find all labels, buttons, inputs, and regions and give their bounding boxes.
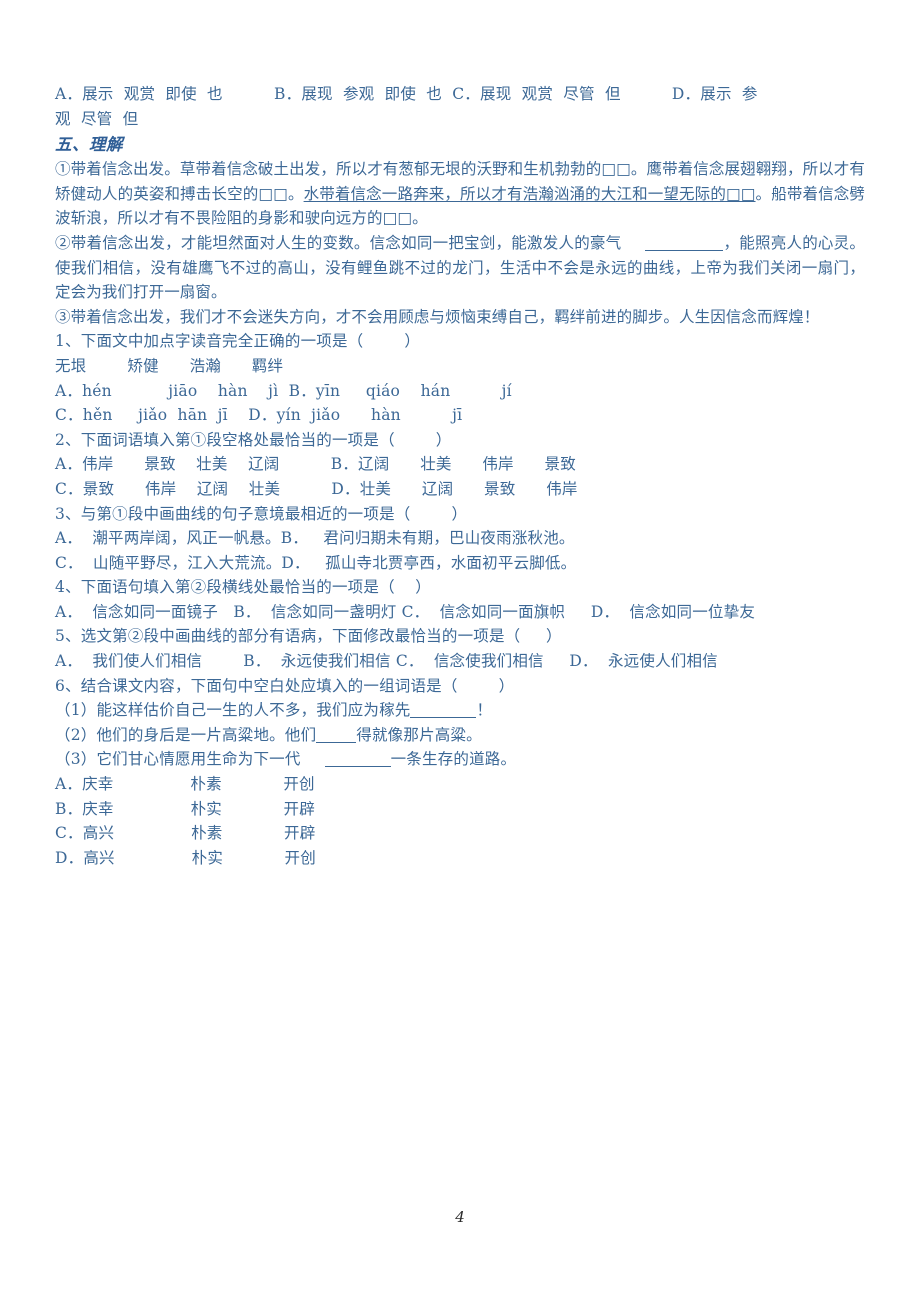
question-6-subitem-1: （1）能这样估价自己一生的人不多，我们应为稼先 ！	[55, 698, 865, 723]
fill-blank-6-1[interactable]	[410, 717, 477, 719]
question-6-subitem-3-post: 一条生存的道路。	[390, 750, 517, 769]
passage-p1-underlined: 水带着信念一路奔来，所以才有浩瀚汹涌的大江和一望无际的□□	[303, 184, 756, 203]
fill-blank-6-2[interactable]	[316, 741, 357, 743]
question-3-stem: 3、与第①段中画曲线的句子意境最相近的一项是（ ）	[55, 504, 468, 523]
question-1-option-row-1[interactable]: A．hén jiāo hàn jì B．yīn qiáo hán jí	[55, 379, 865, 404]
passage-paragraph-3: ③带着信念出发，我们才不会迷失方向，才不会用顾虑与烦恼束缚自己，羁绊前进的脚步。…	[55, 307, 820, 326]
question-1-option-row-2[interactable]: C．hěn jiǎo hān jī D．yín jiǎo hàn jī	[55, 403, 865, 428]
question-6-option-a[interactable]: A．庆幸 朴素 开创	[55, 772, 865, 797]
passage-paragraph-1: ①带着信念出发。草带着信念破土出发，所以才有葱郁无垠的沃野和生机勃勃的□□。鹰带…	[55, 157, 865, 231]
section-heading-comprehension: 五、理解	[55, 135, 123, 155]
question-1-words: 无垠 矫健 浩瀚 羁绊	[55, 356, 284, 375]
question-5-option-row-1[interactable]: A． 我们使人们相信 B． 永远使我们相信 C． 信念使我们相信 D． 永远使人…	[55, 649, 865, 674]
question-6-subitem-3-pre: （3）它们甘心情愿用生命为下一代	[55, 750, 301, 769]
passage-p2-pre: ②带着信念出发，才能坦然面对人生的变数。信念如同一把宝剑，能激发人的豪气	[55, 233, 622, 252]
question-6-subitem-2-pre: （2）他们的身后是一片高粱地。他们	[55, 725, 317, 744]
question-6-subitem-2: （2）他们的身后是一片高粱地。他们 得就像那片高粱。	[55, 723, 865, 748]
question-6-stem: 6、结合课文内容，下面句中空白处应填入的一组词语是（ ）	[55, 676, 515, 695]
question-4-stem: 4、下面语句填入第②段横线处最恰当的一项是（ ）	[55, 578, 431, 597]
passage-p2-rest: 使我们相信，没有雄鹰飞不过的高山，没有鲤鱼跳不过的龙门，生活中不会是永远的曲线，…	[55, 258, 865, 302]
question-1-stem: 1、下面文中加点字读音完全正确的一项是（ ）	[55, 332, 421, 351]
question-6-option-b[interactable]: B．庆幸 朴实 开辟	[55, 797, 865, 822]
question-4-option-row-1[interactable]: A． 信念如同一面镜子 B． 信念如同一盏明灯 C． 信念如同一面旗帜 D． 信…	[55, 600, 865, 625]
question-2-option-row-1[interactable]: A．伟岸 景致 壮美 辽阔 B．辽阔 壮美 伟岸 景致	[55, 452, 865, 477]
question-6-option-c[interactable]: C．高兴 朴素 开辟	[55, 821, 865, 846]
question-5-stem: 5、选文第②段中画曲线的部分有语病，下面修改最恰当的一项是（ ）	[55, 627, 562, 646]
question-2-option-row-2[interactable]: C．景致 伟岸 辽阔 壮美 D．壮美 辽阔 景致 伟岸	[55, 477, 865, 502]
question-6-subitem-1-post: ！	[476, 701, 493, 720]
fill-blank-6-3[interactable]	[324, 766, 391, 768]
page-number: 4	[455, 1208, 465, 1226]
question-3-option-row-1[interactable]: A． 潮平两岸阔，风正一帆悬。B． 君问归期未有期，巴山夜雨涨秋池。	[55, 526, 865, 551]
fill-blank-paragraph2[interactable]	[645, 249, 724, 251]
top-options-line-1: A．展示 观赏 即使 也 B．展现 参观 即使 也 C．展现 观赏 尽管 但 D…	[55, 85, 758, 103]
question-2-stem: 2、下面词语填入第①段空格处最恰当的一项是（ ）	[55, 430, 452, 449]
page-content: A．展示 观赏 即使 也 B．展现 参观 即使 也 C．展现 观赏 尽管 但 D…	[55, 82, 865, 870]
question-6-option-d[interactable]: D．高兴 朴实 开创	[55, 846, 865, 871]
question-3-option-row-2[interactable]: C． 山随平野尽，江入大荒流。D． 孤山寺北贾亭西，水面初平云脚低。	[55, 551, 865, 576]
question-6-subitem-3: （3）它们甘心情愿用生命为下一代 一条生存的道路。	[55, 747, 865, 772]
passage-paragraph-2: ②带着信念出发，才能坦然面对人生的变数。信念如同一把宝剑，能激发人的豪气 ，能照亮…	[55, 231, 865, 305]
worksheet-page: A．展示 观赏 即使 也 B．展现 参观 即使 也 C．展现 观赏 尽管 但 D…	[0, 0, 920, 1302]
question-6-subitem-1-pre: （1）能这样估价自己一生的人不多，我们应为稼先	[55, 701, 411, 720]
passage-p2-mid: ，能照亮人的心灵。	[723, 233, 865, 252]
question-6-subitem-2-post: 得就像那片高粱。	[356, 725, 482, 744]
top-options-line-2: 观 尽管 但	[55, 109, 139, 128]
